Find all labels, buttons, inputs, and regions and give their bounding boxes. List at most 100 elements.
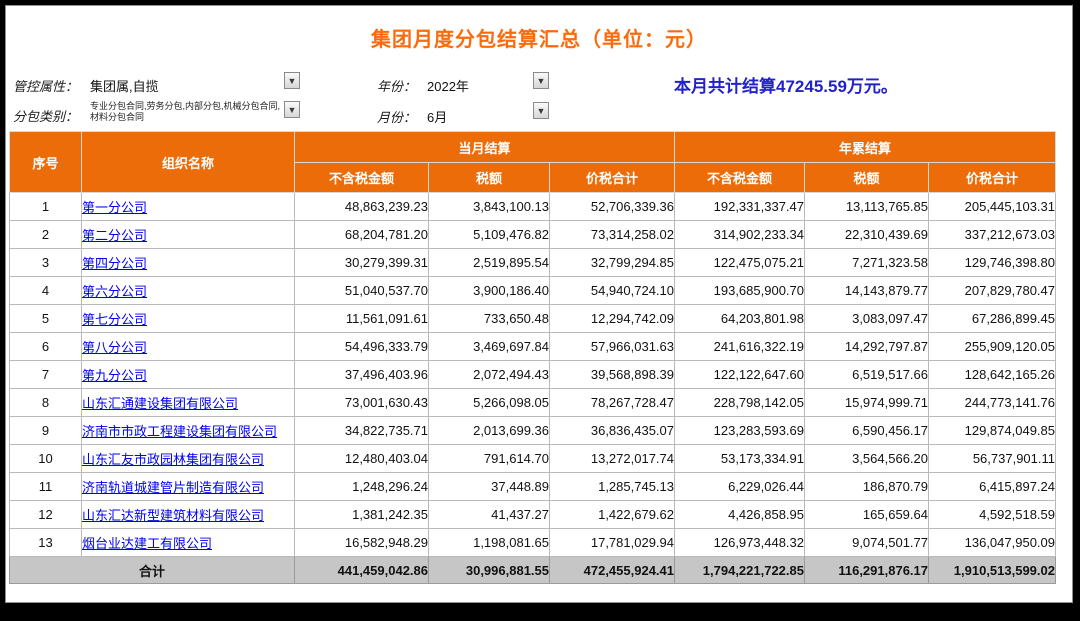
month-tax-cell: 2,072,494.43 [429, 361, 550, 389]
year-extax-cell: 4,426,858.95 [675, 501, 805, 529]
year-extax-cell: 192,331,337.47 [675, 193, 805, 221]
page-title: 集团月度分包结算汇总（单位：元） [6, 23, 1072, 52]
org-link[interactable]: 山东汇友市政园林集团有限公司 [82, 452, 264, 467]
org-link[interactable]: 济南市市政工程建设集团有限公司 [82, 424, 277, 439]
month-total-cell: 52,706,339.36 [550, 193, 675, 221]
settlement-table: 序号 组织名称 当月结算 年累结算 不含税金额 税额 价税合计 不含税金额 税额… [9, 131, 1056, 584]
total-row: 合计 441,459,042.86 30,996,881.55 472,455,… [10, 557, 1056, 584]
header-year-group: 年累结算 [675, 132, 1056, 163]
year-extax-cell: 53,173,334.91 [675, 445, 805, 473]
header-year-total: 价税合计 [929, 163, 1056, 193]
table-row: 6第八分公司 54,496,333.793,469,697.8457,966,03… [10, 333, 1056, 361]
month-tax-cell: 3,469,697.84 [429, 333, 550, 361]
org-link[interactable]: 第六分公司 [82, 284, 147, 299]
month-total-cell: 17,781,029.94 [550, 529, 675, 557]
row-seq: 2 [10, 221, 82, 249]
year-extax-cell: 228,798,142.05 [675, 389, 805, 417]
month-total-cell: 36,836,435.07 [550, 417, 675, 445]
row-org-cell: 第七分公司 [82, 305, 295, 333]
month-extax-cell: 73,001,630.43 [295, 389, 429, 417]
year-tax-cell: 7,271,323.58 [805, 249, 929, 277]
table-row: 4第六分公司51,040,537.703,900,186.4054,940,72… [10, 277, 1056, 305]
month-tax-cell: 5,266,098.05 [429, 389, 550, 417]
total-month-extax: 441,459,042.86 [295, 557, 429, 584]
year-tax-cell: 6,519,517.66 [805, 361, 929, 389]
year-tax-cell: 3,564,566.20 [805, 445, 929, 473]
org-link[interactable]: 山东汇达新型建筑材料有限公司 [82, 508, 264, 523]
row-seq: 6 [10, 333, 82, 361]
row-org-cell: 山东汇通建设集团有限公司 [82, 389, 295, 417]
screen-frame: 集团月度分包结算汇总（单位：元） 管控属性： 集团属,自揽 ▼ 年份： 2022… [0, 0, 1080, 621]
row-org-cell: 山东汇友市政园林集团有限公司 [82, 445, 295, 473]
month-total-cell: 1,422,679.62 [550, 501, 675, 529]
year-dropdown-button[interactable]: ▼ [533, 72, 549, 89]
month-label: 月份： [377, 107, 416, 126]
row-seq: 1 [10, 193, 82, 221]
subcontract-type-value: 专业分包合同,劳务分包,内部分包,机械分包合同,材料分包合同 [90, 101, 286, 123]
header-month-total: 价税合计 [550, 163, 675, 193]
table-header: 序号 组织名称 当月结算 年累结算 不含税金额 税额 价税合计 不含税金额 税额… [10, 132, 1056, 193]
table-row: 9济南市市政工程建设集团有限公司34,822,735.712,013,699.3… [10, 417, 1056, 445]
org-link[interactable]: 第一分公司 [82, 200, 147, 215]
row-org-cell: 第九分公司 [82, 361, 295, 389]
row-seq: 5 [10, 305, 82, 333]
year-total-cell: 205,445,103.31 [929, 193, 1056, 221]
org-link[interactable]: 第二分公司 [82, 228, 147, 243]
row-org-cell: 山东汇达新型建筑材料有限公司 [82, 501, 295, 529]
row-org-cell: 济南轨道城建管片制造有限公司 [82, 473, 295, 501]
row-seq: 9 [10, 417, 82, 445]
total-month-total: 472,455,924.41 [550, 557, 675, 584]
month-tax-cell: 2,013,699.36 [429, 417, 550, 445]
month-extax-cell: 68,204,781.20 [295, 221, 429, 249]
row-seq: 13 [10, 529, 82, 557]
month-extax-cell: 1,381,242.35 [295, 501, 429, 529]
month-tax-cell: 41,437.27 [429, 501, 550, 529]
header-year-extax: 不含税金额 [675, 163, 805, 193]
header-month-tax: 税额 [429, 163, 550, 193]
org-link[interactable]: 第九分公司 [82, 368, 147, 383]
month-tax-cell: 2,519,895.54 [429, 249, 550, 277]
subcontract-type-label: 分包类别： [13, 106, 78, 125]
month-extax-cell: 12,480,403.04 [295, 445, 429, 473]
row-seq: 3 [10, 249, 82, 277]
dropdown-arrow-icon: ▼ [537, 76, 546, 86]
control-attr-dropdown-button[interactable]: ▼ [284, 72, 300, 89]
dropdown-arrow-icon: ▼ [537, 106, 546, 116]
year-value: 2022年 [427, 76, 469, 95]
year-total-cell: 129,746,398.80 [929, 249, 1056, 277]
year-tax-cell: 9,074,501.77 [805, 529, 929, 557]
month-value: 6月 [427, 107, 447, 126]
month-tax-cell: 1,198,081.65 [429, 529, 550, 557]
month-total-cell: 12,294,742.09 [550, 305, 675, 333]
year-extax-cell: 314,902,233.34 [675, 221, 805, 249]
row-org-cell: 烟台业达建工有限公司 [82, 529, 295, 557]
month-dropdown-button[interactable]: ▼ [533, 102, 549, 119]
year-total-cell: 67,286,899.45 [929, 305, 1056, 333]
header-year-tax: 税额 [805, 163, 929, 193]
org-link[interactable]: 第七分公司 [82, 312, 147, 327]
month-extax-cell: 54,496,333.79 [295, 333, 429, 361]
month-total-cell: 57,966,031.63 [550, 333, 675, 361]
year-total-cell: 244,773,141.76 [929, 389, 1056, 417]
dropdown-arrow-icon: ▼ [288, 76, 297, 86]
org-link[interactable]: 烟台业达建工有限公司 [82, 536, 212, 551]
month-total-cell: 78,267,728.47 [550, 389, 675, 417]
org-link[interactable]: 第八分公司 [82, 340, 147, 355]
month-extax-cell: 30,279,399.31 [295, 249, 429, 277]
month-tax-cell: 37,448.89 [429, 473, 550, 501]
total-year-extax: 1,794,221,722.85 [675, 557, 805, 584]
row-seq: 11 [10, 473, 82, 501]
dropdown-arrow-icon: ▼ [288, 105, 297, 115]
month-tax-cell: 733,650.48 [429, 305, 550, 333]
org-link[interactable]: 山东汇通建设集团有限公司 [82, 396, 238, 411]
org-link[interactable]: 济南轨道城建管片制造有限公司 [82, 480, 264, 495]
monthly-settlement-summary: 本月共计结算47245.59万元。 [674, 72, 898, 97]
month-extax-cell: 37,496,403.96 [295, 361, 429, 389]
table-row: 7第九分公司37,496,403.962,072,494.4339,568,89… [10, 361, 1056, 389]
subcontract-type-dropdown-button[interactable]: ▼ [284, 101, 300, 118]
report-page: 集团月度分包结算汇总（单位：元） 管控属性： 集团属,自揽 ▼ 年份： 2022… [5, 5, 1073, 603]
table-row: 13烟台业达建工有限公司16,582,948.291,198,081.6517,… [10, 529, 1056, 557]
org-link[interactable]: 第四分公司 [82, 256, 147, 271]
total-month-tax: 30,996,881.55 [429, 557, 550, 584]
table-row: 3第四分公司30,279,399.312,519,895.5432,799,29… [10, 249, 1056, 277]
